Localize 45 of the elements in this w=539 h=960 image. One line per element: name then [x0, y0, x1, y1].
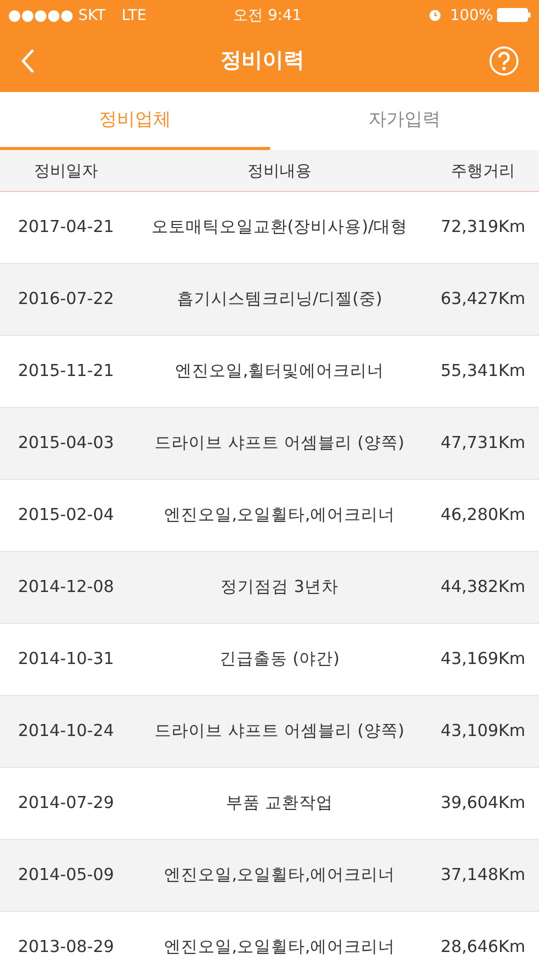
- alarm-icon: [428, 8, 442, 22]
- carrier-text: ●●●●● SKT: [8, 4, 106, 26]
- table-cell-text: 2014-05-09: [17, 864, 115, 886]
- table-cell-text: 43,169Km: [440, 648, 526, 670]
- table-cell-text: 2014-10-24: [17, 720, 115, 742]
- table-cell-text: 2014-07-29: [17, 792, 115, 814]
- table-cell-text: 2013-08-29: [17, 936, 115, 958]
- table-cell-text: 43,109Km: [440, 720, 526, 742]
- table-cell-text: 47,731Km: [440, 432, 526, 454]
- table-cell-text: 흡기시스템크리닝/디젤(중): [176, 288, 384, 310]
- table-cell-text: 엔진오일,오일휠타,에어크리너: [162, 864, 396, 886]
- table-cell-text: 엔진오일,휠터및에어크리너: [174, 360, 386, 382]
- table-cell-text: 2015-04-03: [17, 432, 115, 454]
- battery-icon: [497, 8, 531, 22]
- table-cell-text: 55,341Km: [440, 360, 526, 382]
- table-cell-text: 엔진오일,오일휠타,에어크리너: [162, 936, 396, 958]
- table-cell-text: 긴급출동 (야간): [218, 648, 341, 670]
- table-cell-text: 39,604Km: [440, 792, 526, 814]
- table-cell-text: 2015-11-21: [17, 360, 115, 382]
- table-cell-text: 37,148Km: [440, 864, 526, 886]
- table-cell-text: 부품 교환작업: [224, 792, 334, 814]
- page-title: 정비이력: [220, 47, 304, 74]
- clock-text: 오전 9:41: [232, 4, 303, 26]
- table-cell-text: 드라이브 샤프트 어셈블리 (양쪽): [154, 720, 406, 742]
- table-cell-text: 72,319Km: [440, 216, 526, 238]
- help-button[interactable]: [489, 46, 519, 76]
- table-cell-text: 46,280Km: [440, 504, 526, 526]
- table-cell-text: 63,427Km: [440, 288, 526, 310]
- table-cell-text: 오토매틱오일교환(장비사용)/대형: [150, 216, 409, 238]
- column-header: 정비일자: [33, 160, 99, 182]
- table-cell-text: 2014-10-31: [17, 648, 115, 670]
- back-button[interactable]: [20, 48, 36, 74]
- table-cell-text: 2016-07-22: [17, 288, 115, 310]
- table-cell-text: 28,646Km: [440, 936, 526, 958]
- table-cell-text: 2017-04-21: [17, 216, 115, 238]
- battery-text: 100%: [450, 4, 493, 26]
- table-cell-text: 엔진오일,오일휠타,에어크리너: [162, 504, 396, 526]
- column-header: 주행거리: [450, 160, 516, 182]
- table-cell-text: 2015-02-04: [17, 504, 115, 526]
- table-cell-text: 2014-12-08: [17, 576, 115, 598]
- network-text: LTE: [122, 4, 147, 26]
- table-cell-text: 드라이브 샤프트 어셈블리 (양쪽): [154, 432, 406, 454]
- table-cell-text: 44,382Km: [440, 576, 526, 598]
- column-header: 정비내용: [246, 160, 312, 182]
- table-cell-text: 정기점검 3년차: [220, 576, 340, 598]
